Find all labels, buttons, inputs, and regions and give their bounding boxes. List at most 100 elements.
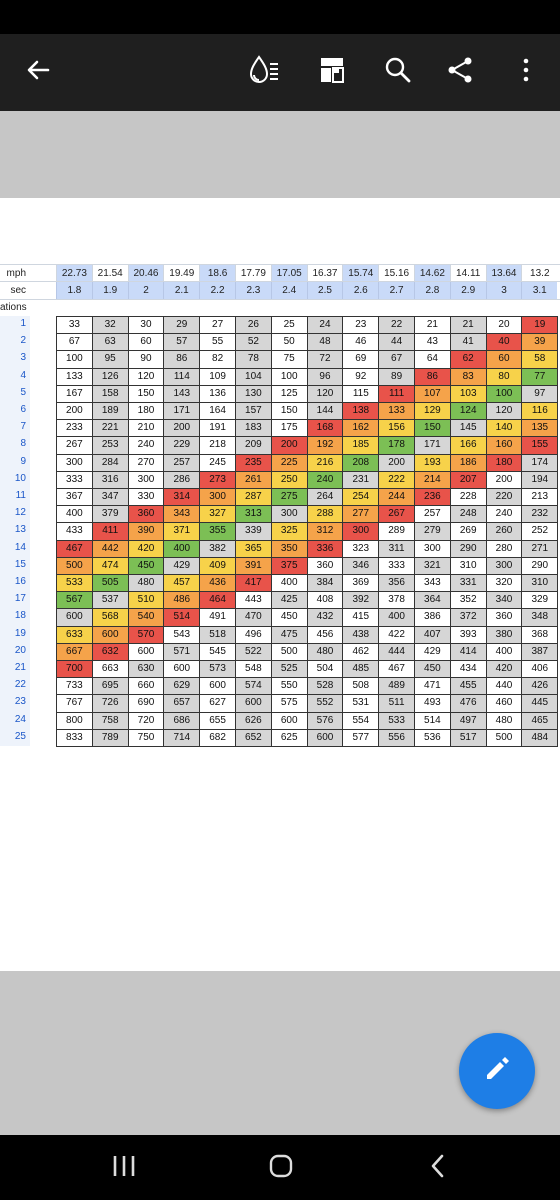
table-cell[interactable]: 111 (378, 384, 415, 403)
table-cell[interactable]: 420 (485, 660, 523, 679)
table-cell[interactable]: 310 (521, 574, 559, 593)
header-mph-cell[interactable]: 14.62 (414, 265, 450, 282)
table-cell[interactable]: 400 (378, 608, 415, 627)
table-cell[interactable]: 200 (163, 419, 201, 438)
table-cell[interactable]: 652 (235, 728, 272, 747)
table-cell[interactable]: 69 (342, 350, 380, 369)
table-cell[interactable]: 290 (521, 556, 559, 575)
table-cell[interactable]: 508 (342, 677, 380, 696)
header-mph-cell[interactable]: 16.37 (306, 265, 343, 282)
table-cell[interactable]: 438 (342, 625, 380, 644)
table-cell[interactable]: 96 (306, 367, 344, 386)
table-cell[interactable]: 32 (91, 316, 129, 335)
recent-apps-button[interactable] (104, 1149, 144, 1187)
table-cell[interactable]: 350 (270, 539, 308, 558)
table-cell[interactable]: 467 (56, 539, 93, 558)
table-cell[interactable]: 63 (91, 333, 129, 352)
table-cell[interactable]: 480 (127, 574, 165, 593)
table-cell[interactable]: 138 (342, 402, 380, 421)
table-cell[interactable]: 273 (199, 470, 236, 489)
table-cell[interactable]: 300 (127, 470, 165, 489)
share-button[interactable] (440, 52, 480, 92)
header-sec-cell[interactable]: 2.8 (414, 282, 450, 299)
table-cell[interactable]: 221 (91, 419, 129, 438)
table-cell[interactable]: 720 (127, 711, 165, 730)
header-mph-cell[interactable]: 18.6 (199, 265, 235, 282)
table-cell[interactable]: 267 (56, 436, 93, 455)
table-cell[interactable]: 57 (163, 333, 201, 352)
table-cell[interactable]: 733 (56, 677, 93, 696)
table-cell[interactable]: 277 (342, 505, 380, 524)
table-cell[interactable]: 429 (163, 556, 201, 575)
table-cell[interactable]: 474 (91, 556, 129, 575)
table-cell[interactable]: 391 (235, 556, 272, 575)
table-cell[interactable]: 336 (306, 539, 344, 558)
table-cell[interactable]: 220 (485, 488, 523, 507)
table-cell[interactable]: 72 (306, 350, 344, 369)
table-cell[interactable]: 200 (270, 436, 308, 455)
table-cell[interactable]: 58 (521, 350, 559, 369)
header-mph-cell[interactable]: 20.46 (127, 265, 164, 282)
table-cell[interactable]: 175 (270, 419, 308, 438)
table-cell[interactable]: 21 (449, 316, 487, 335)
table-cell[interactable]: 500 (56, 556, 93, 575)
back-nav-button[interactable] (418, 1149, 458, 1187)
table-cell[interactable]: 576 (306, 711, 344, 730)
table-cell[interactable]: 571 (163, 642, 201, 661)
header-mph-cell[interactable]: 17.05 (270, 265, 307, 282)
table-cell[interactable]: 528 (306, 677, 344, 696)
table-cell[interactable]: 400 (485, 642, 523, 661)
table-cell[interactable]: 245 (199, 453, 236, 472)
table-cell[interactable]: 429 (414, 642, 451, 661)
table-cell[interactable]: 240 (485, 505, 523, 524)
table-cell[interactable]: 33 (56, 316, 93, 335)
table-cell[interactable]: 150 (414, 419, 451, 438)
back-button[interactable] (18, 52, 58, 92)
table-cell[interactable]: 330 (127, 488, 165, 507)
table-cell[interactable]: 22 (378, 316, 415, 335)
table-cell[interactable]: 393 (449, 625, 487, 644)
table-cell[interactable]: 382 (199, 539, 236, 558)
table-cell[interactable]: 104 (235, 367, 272, 386)
table-cell[interactable]: 510 (127, 591, 165, 610)
table-cell[interactable]: 390 (127, 522, 165, 541)
table-cell[interactable]: 630 (127, 660, 165, 679)
table-cell[interactable]: 504 (306, 660, 344, 679)
table-cell[interactable]: 171 (414, 436, 451, 455)
table-cell[interactable]: 24 (306, 316, 344, 335)
header-sec-cell[interactable]: 2.2 (199, 282, 235, 299)
table-cell[interactable]: 100 (56, 350, 93, 369)
table-cell[interactable]: 407 (414, 625, 451, 644)
table-cell[interactable]: 567 (56, 591, 93, 610)
table-cell[interactable]: 384 (306, 574, 344, 593)
table-cell[interactable]: 156 (378, 419, 415, 438)
table-cell[interactable]: 103 (449, 384, 487, 403)
table-cell[interactable]: 162 (342, 419, 380, 438)
table-cell[interactable]: 525 (270, 660, 308, 679)
table-cell[interactable]: 537 (91, 591, 129, 610)
more-options-button[interactable] (506, 52, 546, 92)
table-cell[interactable]: 380 (485, 625, 523, 644)
table-cell[interactable]: 420 (127, 539, 165, 558)
table-cell[interactable]: 288 (306, 505, 344, 524)
header-sec-cell[interactable]: 1.9 (91, 282, 128, 299)
table-cell[interactable]: 180 (485, 453, 523, 472)
table-cell[interactable]: 64 (414, 350, 451, 369)
table-cell[interactable]: 443 (235, 591, 272, 610)
table-cell[interactable]: 100 (270, 367, 308, 386)
table-cell[interactable]: 365 (235, 539, 272, 558)
table-cell[interactable]: 408 (306, 591, 344, 610)
table-cell[interactable]: 86 (414, 367, 451, 386)
table-cell[interactable]: 253 (91, 436, 129, 455)
table-cell[interactable]: 284 (91, 453, 129, 472)
table-cell[interactable]: 209 (235, 436, 272, 455)
table-cell[interactable]: 312 (306, 522, 344, 541)
table-cell[interactable]: 257 (163, 453, 201, 472)
table-cell[interactable]: 290 (449, 539, 487, 558)
table-cell[interactable]: 343 (414, 574, 451, 593)
table-cell[interactable]: 471 (414, 677, 451, 696)
table-cell[interactable]: 90 (127, 350, 165, 369)
table-cell[interactable]: 44 (378, 333, 415, 352)
table-cell[interactable]: 400 (270, 574, 308, 593)
table-cell[interactable]: 208 (342, 453, 380, 472)
